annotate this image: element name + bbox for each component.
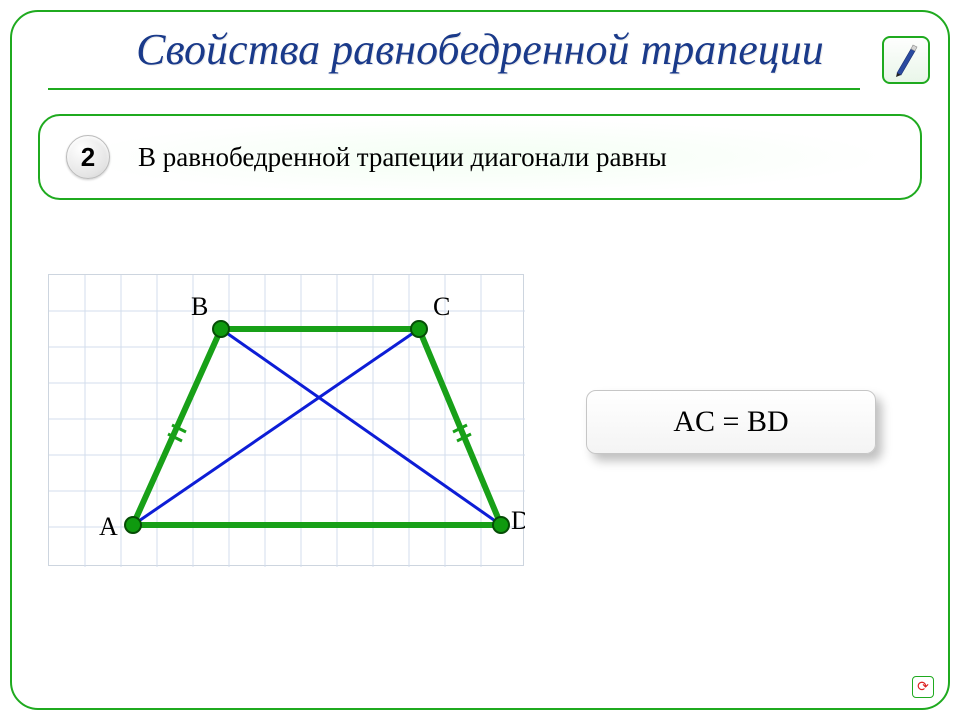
refresh-icon: ⟳ bbox=[917, 679, 929, 696]
trapezoid-diagram: A B C D bbox=[48, 274, 524, 566]
statement-text: В равнобедренной трапеции диагонали равн… bbox=[138, 142, 667, 173]
equation-box: AC = BD bbox=[586, 390, 876, 454]
equation-text: AC = BD bbox=[673, 405, 788, 439]
statement-number-badge: 2 bbox=[66, 135, 110, 179]
statement-box: 2 В равнобедренной трапеции диагонали ра… bbox=[38, 114, 922, 200]
pen-tool-button[interactable] bbox=[882, 36, 930, 84]
label-a: A bbox=[99, 512, 118, 541]
refresh-button[interactable]: ⟳ bbox=[912, 676, 934, 698]
pen-icon bbox=[891, 43, 921, 77]
statement-number: 2 bbox=[81, 142, 95, 173]
slide-frame: Свойства равнобедренной трапеции 2 В рав… bbox=[10, 10, 950, 710]
label-d: D bbox=[511, 506, 525, 535]
title-underline bbox=[48, 88, 860, 90]
label-c: C bbox=[433, 292, 450, 321]
vertex-points bbox=[125, 321, 509, 533]
trapezoid-shape bbox=[133, 329, 501, 525]
label-b: B bbox=[191, 292, 208, 321]
page-title: Свойства равнобедренной трапеции bbox=[12, 24, 948, 75]
